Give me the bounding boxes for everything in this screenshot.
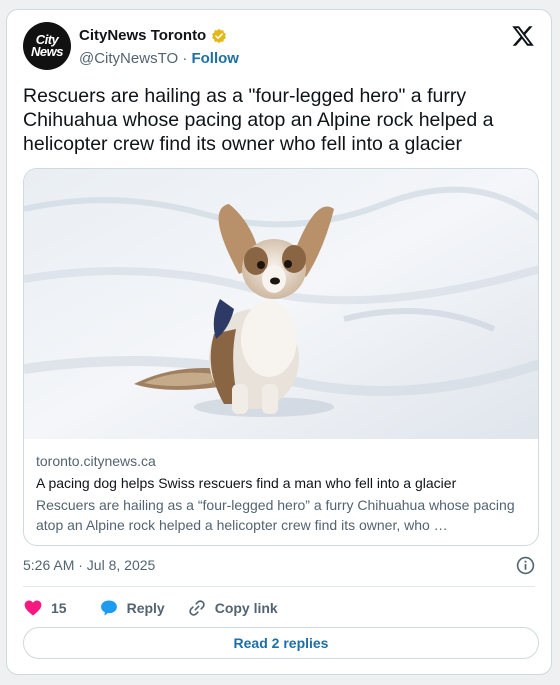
verified-badge-icon — [212, 28, 227, 43]
info-icon[interactable] — [516, 556, 535, 575]
tweet-text: Rescuers are hailing as a "four-legged h… — [23, 85, 494, 155]
tweet-header: City News CityNews Toronto @CityNewsTO ·… — [23, 22, 537, 74]
handle[interactable]: @CityNewsTO — [79, 50, 178, 67]
follow-button[interactable]: Follow — [191, 50, 239, 67]
tweet-timestamp[interactable]: 5:26 AM · Jul 8, 2025 — [23, 557, 155, 573]
copy-link-button[interactable]: Copy link — [187, 598, 278, 618]
x-logo-icon[interactable] — [511, 24, 535, 48]
avatar-text-news: News — [31, 44, 63, 59]
dog-in-snow-photo[interactable] — [24, 169, 539, 439]
link-description: Rescuers are hailing as a “four-legged h… — [36, 497, 515, 533]
read-replies-button[interactable]: Read 2 replies — [23, 627, 539, 659]
reply-bubble-icon — [100, 600, 117, 616]
read-replies-label: Read 2 replies — [233, 635, 329, 651]
like-button[interactable]: 15 — [23, 598, 67, 618]
link-preview-card[interactable]: toronto.citynews.ca A pacing dog helps S… — [23, 168, 539, 546]
action-bar: 15 Reply Copy link — [23, 598, 300, 618]
separator: · — [182, 50, 188, 67]
link-title: A pacing dog helps Swiss rescuers find a… — [36, 475, 457, 491]
tweet-card: City News CityNews Toronto @CityNewsTO ·… — [6, 9, 552, 675]
reply-label: Reply — [126, 600, 165, 616]
name-row: CityNews Toronto — [79, 27, 227, 44]
display-name[interactable]: CityNews Toronto — [79, 27, 206, 44]
link-domain: toronto.citynews.ca — [36, 453, 156, 469]
divider — [23, 586, 535, 587]
heart-icon — [24, 600, 42, 616]
avatar[interactable]: City News — [23, 22, 71, 70]
handle-row: @CityNewsTO · Follow — [79, 50, 239, 67]
copy-link-label: Copy link — [214, 600, 278, 616]
link-icon — [188, 600, 205, 616]
reply-button[interactable]: Reply — [99, 598, 165, 618]
like-count: 15 — [51, 600, 67, 616]
